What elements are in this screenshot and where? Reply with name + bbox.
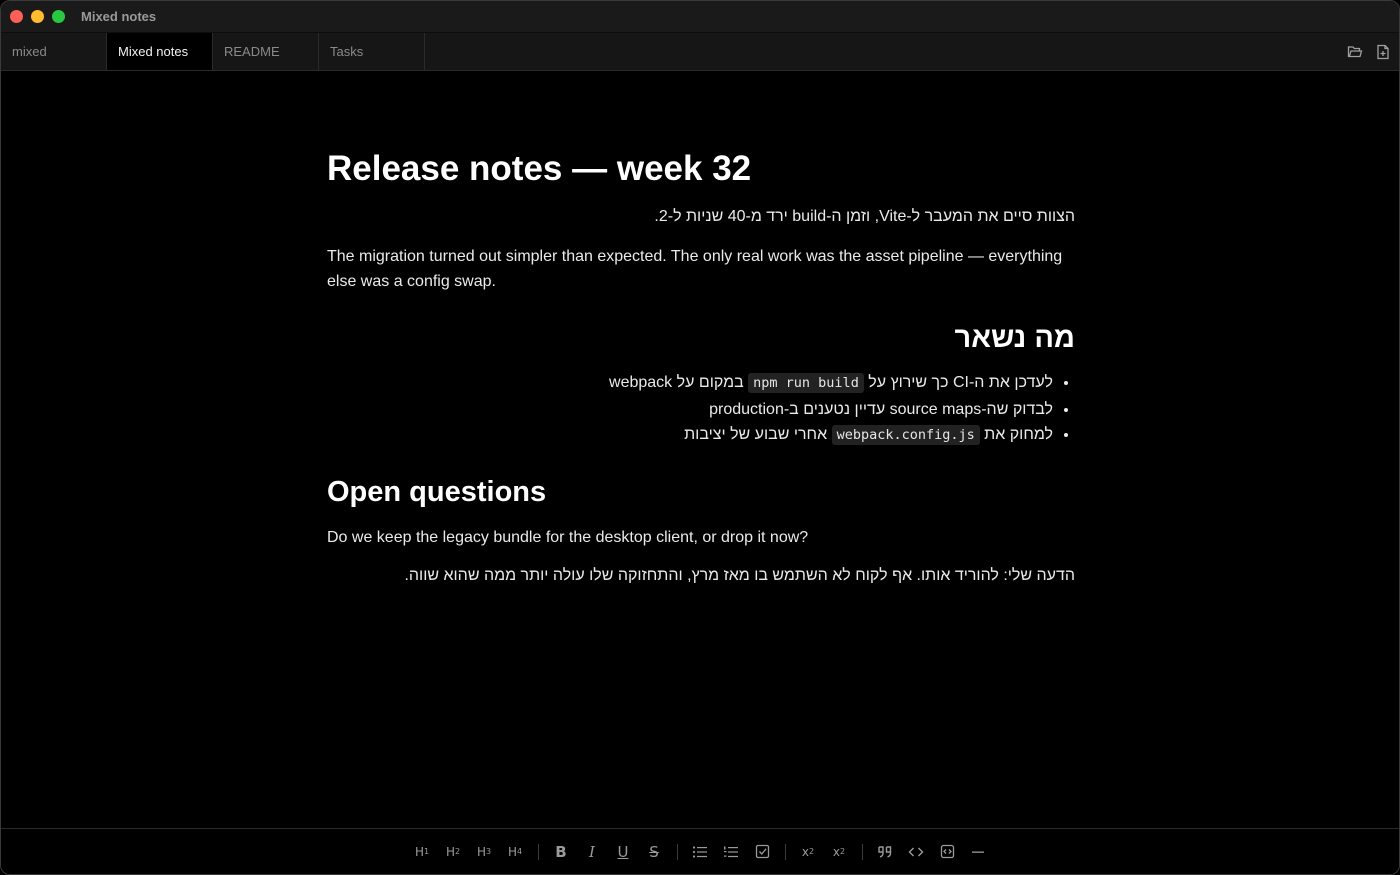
superscript-button[interactable]: x2 xyxy=(828,841,850,863)
close-window-button[interactable] xyxy=(10,10,23,23)
bold-button[interactable]: B xyxy=(550,841,572,863)
inline-code-icon[interactable] xyxy=(905,841,927,863)
list-item: לבדוק שה-source maps עדיין נטענים ב-prod… xyxy=(327,397,1053,423)
editor-area[interactable]: Release notes — week 32 הצוות סיים את המ… xyxy=(1,71,1399,828)
remaining-tasks-list: לעדכן את ה-CI כך שירוץ על npm run build … xyxy=(327,370,1075,449)
document: Release notes — week 32 הצוות סיים את המ… xyxy=(327,147,1075,588)
heading-2-button[interactable]: H2 xyxy=(442,841,464,863)
tab-actions xyxy=(1347,33,1391,70)
list-item: לעדכן את ה-CI כך שירוץ על npm run build … xyxy=(327,370,1053,397)
horizontal-rule-icon[interactable] xyxy=(967,841,989,863)
minimize-window-button[interactable] xyxy=(31,10,44,23)
tab-bar: mixed Mixed notes README Tasks xyxy=(1,33,1399,71)
toolbar-divider xyxy=(537,843,539,860)
opinion-paragraph-hebrew: הדעה שלי: להוריד אותו. אף לקוח לא השתמש … xyxy=(404,566,1075,584)
underline-button[interactable]: U xyxy=(612,841,634,863)
title-bar: Mixed notes xyxy=(1,1,1399,33)
intro-paragraph-english: The migration turned out simpler than ex… xyxy=(327,248,1063,290)
code-block-icon[interactable] xyxy=(936,841,958,863)
heading-3-button[interactable]: H3 xyxy=(473,841,495,863)
list-item: למחוק את webpack.config.js אחרי שבוע של … xyxy=(327,422,1053,449)
bullet-list-icon[interactable] xyxy=(689,841,711,863)
blockquote-icon[interactable] xyxy=(874,841,896,863)
strikethrough-button[interactable]: S xyxy=(643,841,665,863)
tab-tasks[interactable]: Tasks xyxy=(319,33,425,70)
subscript-button[interactable]: x2 xyxy=(797,841,819,863)
tab-readme[interactable]: README xyxy=(213,33,319,70)
heading-4-button[interactable]: H4 xyxy=(504,841,526,863)
heading-1-button[interactable]: H1 xyxy=(411,841,433,863)
inline-code: webpack.config.js xyxy=(831,425,980,445)
toolbar-divider xyxy=(676,843,678,860)
section-heading-open-questions: Open questions xyxy=(327,475,547,508)
new-file-icon[interactable] xyxy=(1375,44,1391,60)
tab-mixed-notes[interactable]: Mixed notes xyxy=(107,33,213,70)
section-heading-remaining: מה נשאר xyxy=(954,322,1075,354)
numbered-list-icon[interactable] xyxy=(720,841,742,863)
question-paragraph: Do we keep the legacy bundle for the des… xyxy=(327,528,809,546)
window-controls xyxy=(1,10,65,23)
toolbar-divider xyxy=(861,843,863,860)
checklist-icon[interactable] xyxy=(751,841,773,863)
format-toolbar: H1 H2 H3 H4 B I U S x2 x2 xyxy=(1,828,1399,874)
app-window: Mixed notes mixed Mixed notes README Tas… xyxy=(0,0,1400,875)
inline-code: npm run build xyxy=(748,373,864,393)
zoom-window-button[interactable] xyxy=(52,10,65,23)
toolbar-divider xyxy=(784,843,786,860)
folder-open-icon[interactable] xyxy=(1347,44,1363,60)
tab-mixed[interactable]: mixed xyxy=(1,33,107,70)
intro-paragraph-hebrew: הצוות סיים את המעבר ל-Vite, וזמן ה-build… xyxy=(654,208,1075,225)
italic-button[interactable]: I xyxy=(581,841,603,863)
document-title: Release notes — week 32 xyxy=(327,149,752,188)
window-title: Mixed notes xyxy=(81,9,157,24)
